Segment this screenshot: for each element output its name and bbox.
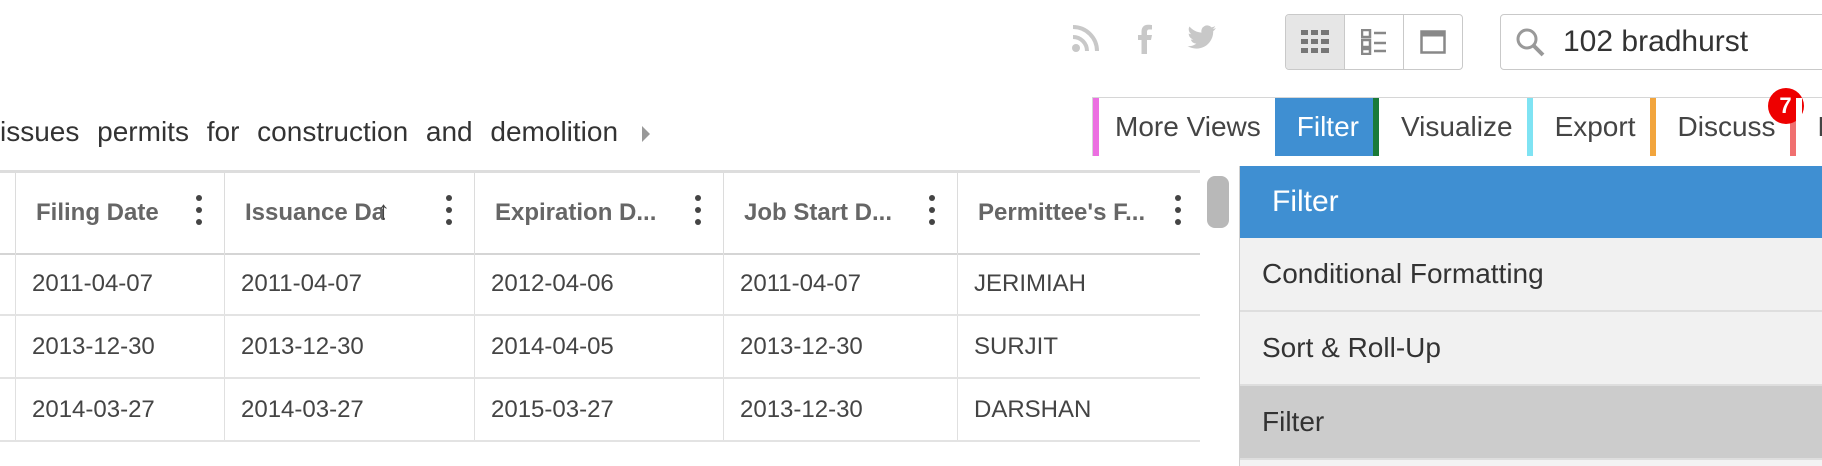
panel-title: Filter [1240, 166, 1822, 238]
rss-icon[interactable] [1068, 23, 1104, 61]
column-menu-icon[interactable] [695, 195, 703, 225]
view-toggle [1285, 14, 1463, 70]
panel-item-label: Sort & Roll-Up [1262, 332, 1441, 363]
table-cell: 2013-12-30 [724, 379, 958, 440]
column-menu-icon[interactable] [929, 195, 937, 225]
list-view-button[interactable] [1345, 15, 1404, 69]
tab-label: Export [1554, 111, 1636, 142]
tab-label: More Views [1115, 111, 1261, 142]
expand-description-icon[interactable] [641, 125, 650, 142]
column-menu-icon[interactable] [446, 195, 454, 225]
list-view-icon [1361, 29, 1386, 55]
column-header-permittee-first-name[interactable]: Permittee's F... [958, 173, 1200, 253]
column-header-expiration-date[interactable]: Expiration D... [475, 173, 724, 253]
table-row[interactable]: 2011-04-07 2011-04-07 2012-04-06 2011-04… [0, 253, 1200, 316]
dataset-description: issues permits for construction and demo… [0, 116, 650, 148]
column-menu-icon[interactable] [196, 195, 204, 225]
table-cell: 2014-03-27 [225, 379, 475, 440]
filter-panel: Filter Conditional Formatting Sort & Rol… [1239, 166, 1822, 466]
table-cell: 2014-03-27 [16, 379, 225, 440]
panel-item-label: Conditional Formatting [1262, 258, 1544, 289]
grid-view-icon [1301, 30, 1329, 53]
panel-item-sort-rollup[interactable]: Sort & Roll-Up [1240, 312, 1822, 386]
table-cell: JERIMIAH [974, 269, 1087, 297]
panel-item-label: Filter [1262, 406, 1325, 437]
tab-visualize[interactable]: Visualize [1379, 98, 1533, 156]
table-cell: 2011-04-07 [16, 253, 225, 314]
table-cell: 2011-04-07 [724, 253, 958, 314]
tab-label: Discuss [1677, 111, 1776, 142]
tab-embed[interactable]: Em [1795, 98, 1822, 156]
page-view-button[interactable] [1404, 15, 1462, 69]
vertical-scrollbar[interactable] [1207, 176, 1229, 228]
panel-item-filter[interactable]: Filter [1240, 386, 1822, 460]
sort-ascending-icon[interactable]: ↑ [377, 195, 390, 226]
tab-more-views[interactable]: More Views [1093, 98, 1275, 156]
tab-label: Visualize [1401, 111, 1513, 142]
social-links [1068, 22, 1220, 62]
search-box [1500, 14, 1822, 70]
panel-item-conditional-formatting[interactable]: Conditional Formatting [1240, 238, 1822, 312]
tab-label: Em [1818, 111, 1822, 143]
column-header-filing-date[interactable]: Filing Date [16, 173, 225, 253]
table-cell: 2011-04-07 [225, 253, 475, 314]
twitter-icon[interactable] [1184, 25, 1220, 59]
table-cell: 2013-12-30 [16, 316, 225, 377]
table-cell: 2014-04-05 [475, 316, 724, 377]
table-cell: 2013-12-30 [225, 316, 475, 377]
page-view-icon [1420, 30, 1446, 54]
column-header-issuance-date[interactable]: Issuance Da ↑ [225, 173, 475, 253]
table-cell: DARSHAN [974, 395, 1092, 423]
tab-filter[interactable]: Filter [1274, 98, 1379, 156]
table-row[interactable]: 2013-12-30 2013-12-30 2014-04-05 2013-12… [0, 316, 1200, 379]
table-cell: 2012-04-06 [475, 253, 724, 314]
row-gutter-header [0, 173, 16, 253]
tab-discuss[interactable]: Discuss 7 [1655, 88, 1804, 156]
table-row[interactable]: 2014-03-27 2014-03-27 2015-03-27 2013-12… [0, 379, 1200, 442]
table-cell: 2013-12-30 [724, 316, 958, 377]
search-input[interactable] [1561, 24, 1822, 60]
description-text: issues permits for construction and demo… [0, 116, 619, 147]
tab-export[interactable]: Export [1532, 98, 1656, 156]
table-cell: 2015-03-27 [475, 379, 724, 440]
column-header-job-start-date[interactable]: Job Start D... [724, 173, 958, 253]
facebook-icon[interactable] [1126, 22, 1162, 62]
grid-view-button[interactable] [1286, 15, 1345, 69]
toolbar-tabs: More Views Filter Visualize Export Discu… [1092, 88, 1822, 156]
grid-header: Filing Date Issuance Da ↑ Expiration D..… [0, 170, 1200, 255]
column-menu-icon[interactable] [1175, 195, 1183, 225]
table-cell: SURJIT [974, 332, 1058, 360]
tab-label: Filter [1296, 111, 1359, 142]
data-grid: Filing Date Issuance Da ↑ Expiration D..… [0, 170, 1200, 462]
search-icon [1513, 25, 1547, 59]
